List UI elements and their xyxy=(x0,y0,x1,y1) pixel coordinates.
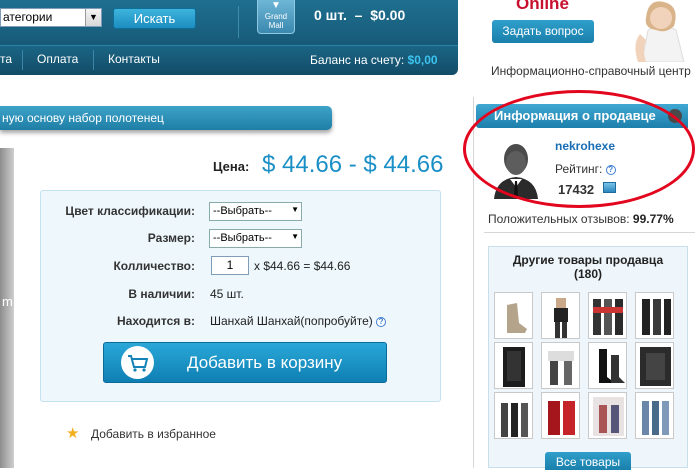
category-select[interactable]: атегории ▼ xyxy=(0,8,102,27)
product-thumbnail[interactable] xyxy=(541,392,580,439)
cart-icon: ▼ xyxy=(271,0,281,11)
category-select-value: атегории xyxy=(3,10,53,24)
quantity-calculation: x $44.66 = $44.66 xyxy=(254,259,351,273)
cart-summary[interactable]: 0 шт. – $0.00 xyxy=(314,7,405,23)
nav-divider xyxy=(93,50,94,70)
product-image[interactable]: m xyxy=(0,148,14,468)
positive-value: 99.77% xyxy=(632,212,674,226)
size-label: Размер: xyxy=(147,231,195,245)
chevron-down-icon: ▼ xyxy=(291,205,299,214)
divider xyxy=(484,232,695,233)
balance: Баланс на счету: $0,00 xyxy=(310,53,438,67)
other-products-title: Другие товары продавца (180) xyxy=(488,253,688,281)
stock-label: В наличии: xyxy=(128,287,195,301)
support-operator-image xyxy=(602,0,697,62)
location-text: Шанхай Шанхай(попробуйте) xyxy=(210,314,373,328)
product-thumbnail[interactable] xyxy=(635,292,674,339)
product-thumbnail[interactable] xyxy=(541,292,580,339)
grand-mall-button[interactable]: ▼ Grand Mall xyxy=(257,0,295,34)
nav-item-delivery[interactable]: та xyxy=(0,52,12,66)
location-label: Находится в: xyxy=(117,314,195,328)
other-products-title-text: Другие товары продавца xyxy=(512,253,664,267)
positive-feedback: Положительных отзывов: 99.77% xyxy=(488,212,674,226)
nav-item-payment[interactable]: Оплата xyxy=(37,52,78,66)
price-label: Цена: xyxy=(213,159,250,174)
help-icon[interactable]: ? xyxy=(376,317,387,327)
balance-label: Баланс на счету: xyxy=(310,53,405,67)
ask-question-button[interactable]: Задать вопрос xyxy=(492,20,594,43)
search-button[interactable]: Искать xyxy=(113,8,196,29)
nav-item-contacts[interactable]: Контакты xyxy=(108,52,160,66)
chevron-down-icon: ▼ xyxy=(85,9,101,26)
positive-label: Положительных отзывов: xyxy=(488,212,630,226)
color-select-value: --Выбрать-- xyxy=(213,205,272,217)
quantity-label: Колличество: xyxy=(113,259,195,273)
info-center-label: Информационно-справочный центр xyxy=(491,64,691,78)
online-status: Online xyxy=(516,0,569,13)
product-thumbnail[interactable] xyxy=(588,392,627,439)
nav-divider xyxy=(22,50,23,70)
quantity-input[interactable]: 1 xyxy=(211,256,249,275)
color-label: Цвет классификации: xyxy=(65,204,195,218)
star-icon[interactable]: ★ xyxy=(66,424,79,442)
product-image-text: m xyxy=(2,294,13,309)
product-thumbnail[interactable] xyxy=(635,342,674,389)
header-divider xyxy=(238,6,239,38)
grand-mall-line1: Grand xyxy=(264,12,288,21)
size-select[interactable]: --Выбрать-- ▼ xyxy=(209,229,302,248)
product-thumbnail[interactable] xyxy=(588,292,627,339)
product-thumbnail[interactable] xyxy=(494,392,533,439)
location-value: Шанхай Шанхай(попробуйте) ? xyxy=(210,314,387,328)
add-favorite-link[interactable]: Добавить в избранное xyxy=(91,427,216,441)
highlight-ellipse xyxy=(463,90,695,208)
color-select[interactable]: --Выбрать-- ▼ xyxy=(209,202,302,221)
product-thumbnail[interactable] xyxy=(494,292,533,339)
product-thumbnail[interactable] xyxy=(541,342,580,389)
stock-value: 45 шт. xyxy=(210,287,244,301)
product-title: ную основу набор полотенец xyxy=(0,106,332,130)
size-select-value: --Выбрать-- xyxy=(213,232,272,244)
product-thumbnail[interactable] xyxy=(494,342,533,389)
chevron-down-icon: ▼ xyxy=(291,232,299,241)
product-thumbnail[interactable] xyxy=(635,392,674,439)
all-products-button[interactable]: Все товары xyxy=(545,452,631,470)
other-products-count: (180) xyxy=(573,267,602,281)
grand-mall-line2: Mall xyxy=(268,21,284,30)
product-thumbnail[interactable] xyxy=(588,342,627,389)
shopping-cart-icon xyxy=(121,346,154,379)
price-value: $ 44.66 - $ 44.66 xyxy=(262,151,444,178)
balance-value: $0,00 xyxy=(407,53,438,67)
